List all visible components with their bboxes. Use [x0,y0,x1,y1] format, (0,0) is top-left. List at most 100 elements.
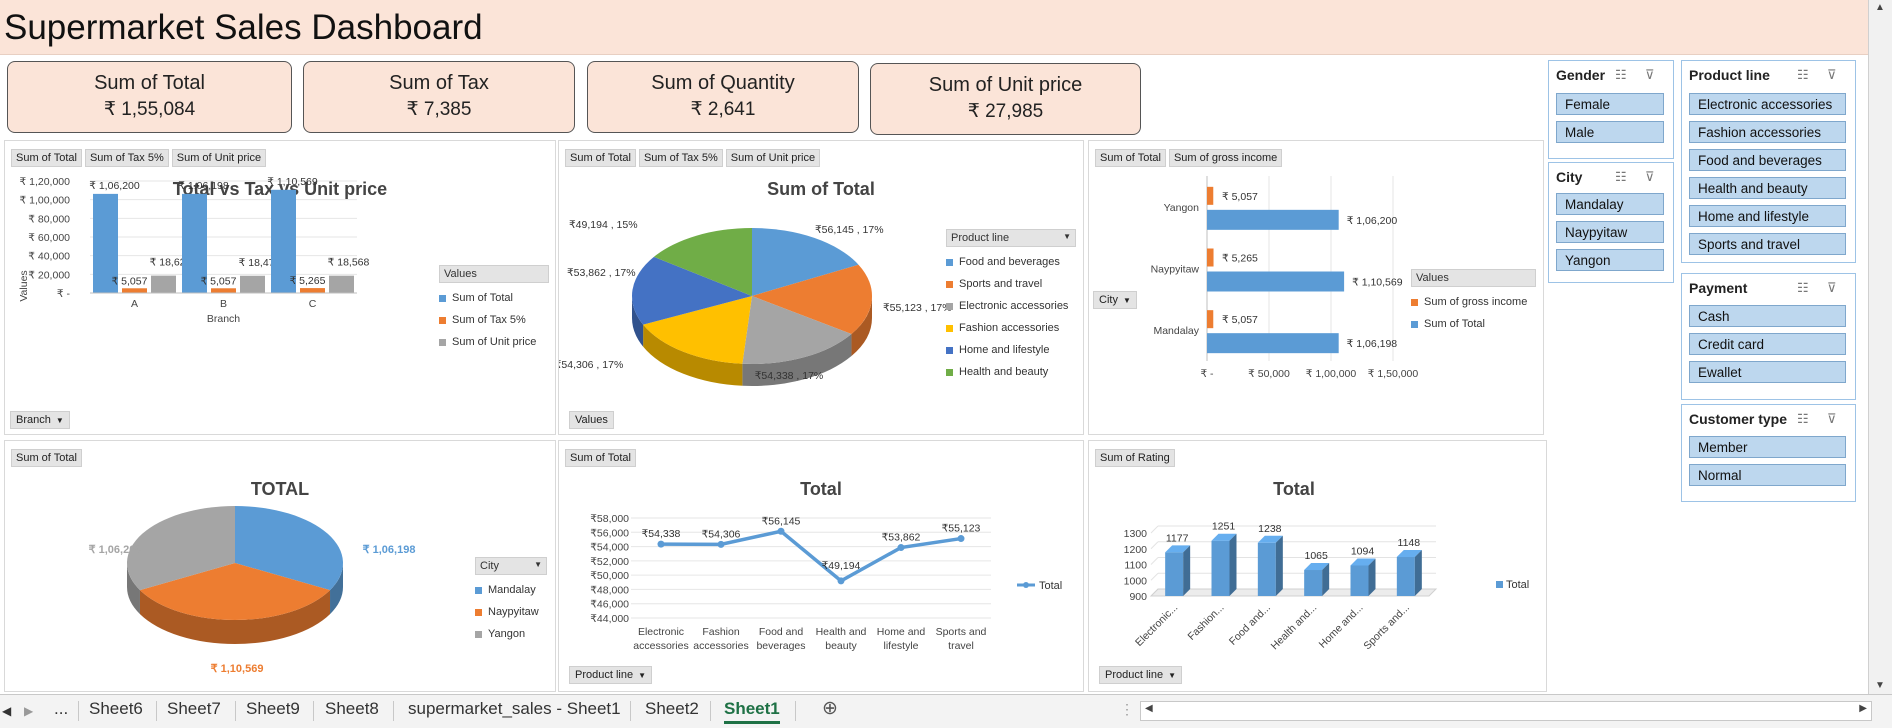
data-label: ₹ 1,10,569 [1352,277,1403,289]
x-tick-label: ₹ - [1200,368,1214,380]
tab-sheet2[interactable]: Sheet2 [645,699,699,719]
data-point [837,577,845,585]
x-tick-label: Health and [816,626,867,638]
branch-axis-dropdown[interactable]: Branch ▼ [10,411,70,429]
x-tick-label: Electronic [638,626,684,638]
y-tick-label: 900 [1129,591,1147,603]
slicer-item-sports-and-travel[interactable]: Sports and travel [1689,233,1846,255]
kpi-label: Sum of Total [94,72,205,94]
x-tick-label: C [309,298,317,310]
kpi-label: Sum of Quantity [651,72,795,94]
x-tick-label: Health and... [1269,602,1320,653]
legend-item: Naypyitaw [475,601,547,623]
slicer-item-male[interactable]: Male [1556,121,1664,143]
vertical-scrollbar[interactable]: ▲ ▼ [1868,0,1892,694]
product-line-axis-dropdown[interactable]: Product line ▼ [569,666,653,684]
multi-select-icon[interactable]: ☷ [1797,280,1809,296]
legend-item: Sports and travel [946,273,1076,295]
data-point [657,540,665,548]
data-point [897,544,905,552]
data-label: 1094 [1351,545,1375,557]
clear-filter-icon[interactable]: ⊽ [1827,67,1837,83]
slicer-item-ewallet[interactable]: Ewallet [1689,361,1846,383]
y-tick-label: ₹48,000 [590,584,629,596]
x-tick-label: Sports and [936,626,987,638]
slicer-item-fashion-accessories[interactable]: Fashion accessories [1689,121,1846,143]
legend-item: Sum of gross income [1411,291,1536,313]
clear-filter-icon[interactable]: ⊽ [1645,169,1655,185]
data-label: ₹54,306 [702,528,741,540]
legend-item: Mandalay [475,579,547,601]
city-axis-dropdown[interactable]: City ▼ [1093,291,1137,309]
slicer-item-normal[interactable]: Normal [1689,464,1846,486]
scroll-up-icon[interactable]: ▲ [1875,2,1885,13]
tab-sheet6[interactable]: Sheet6 [89,699,143,719]
tab-sheet1[interactable]: Sheet1 [724,699,780,724]
slicer-item-naypyitaw[interactable]: Naypyitaw [1556,221,1664,243]
slicer-item-female[interactable]: Female [1556,93,1664,115]
tab-sheet8[interactable]: Sheet8 [325,699,379,719]
legend-item: Fashion accessories [946,317,1076,339]
tab-sheet9[interactable]: Sheet9 [246,699,300,719]
tab-scroll-left-icon[interactable]: ◀ [2,704,11,718]
data-label: ₹ 1,06,200 [89,544,142,556]
data-label: ₹ 1,10,569 [267,176,318,188]
tab-ellipsis[interactable]: ... [54,699,68,719]
legend-header[interactable]: Product line ▼ [946,229,1076,247]
slicer-item-electronic-accessories[interactable]: Electronic accessories [1689,93,1846,115]
slicer-item-credit-card[interactable]: Credit card [1689,333,1846,355]
tab-sheet7[interactable]: Sheet7 [167,699,221,719]
multi-select-icon[interactable]: ☷ [1615,169,1627,185]
horizontal-scrollbar[interactable]: ◀ ▶ [1140,701,1872,721]
slicer-item-yangon[interactable]: Yangon [1556,249,1664,271]
data-label: ₹ 5,057 [112,275,148,287]
clear-filter-icon[interactable]: ⊽ [1827,280,1837,296]
slicer-item-home-and-lifestyle[interactable]: Home and lifestyle [1689,205,1846,227]
clear-filter-icon[interactable]: ⊽ [1827,411,1837,427]
slicer-header: Payment [1689,280,1748,296]
bar [329,275,354,293]
dashboard-title: Supermarket Sales Dashboard [4,8,483,47]
x-tick-label: Home and... [1317,602,1366,651]
slicer-item-cash[interactable]: Cash [1689,305,1846,327]
x-tick-label: Fashion... [1186,602,1227,643]
slicer-item-food-and-beverages[interactable]: Food and beverages [1689,149,1846,171]
slicer-item-member[interactable]: Member [1689,436,1846,458]
scroll-right-icon[interactable]: ▶ [1859,703,1867,714]
clear-filter-icon[interactable]: ⊽ [1645,67,1655,83]
data-label: 1065 [1304,550,1328,562]
slicer-header: Gender [1556,67,1606,83]
y-tick-label: Mandalay [1153,325,1199,337]
x-tick-label: beverages [756,640,805,652]
gridline [1150,557,1159,565]
y-tick-label: 1000 [1124,575,1148,587]
data-label: ₹ 5,265 [290,275,326,287]
scroll-left-icon[interactable]: ◀ [1145,703,1153,714]
tab-scroll-right-icon[interactable]: ▶ [24,704,33,718]
bar-side [1275,535,1283,596]
y-tick-label: ₹ 40,000 [28,251,70,263]
scroll-down-icon[interactable]: ▼ [1875,680,1885,691]
dropdown-arrow-icon: ▼ [1168,670,1177,680]
bar [1257,542,1276,596]
product-line-axis-dropdown[interactable]: Product line ▼ [1099,666,1183,684]
slicer-item-health-and-beauty[interactable]: Health and beauty [1689,177,1846,199]
legend-header[interactable]: City ▼ [475,557,547,575]
payment-slicer: Payment ☷ ⊽ Cash Credit card Ewallet [1681,273,1856,400]
multi-select-icon[interactable]: ☷ [1615,67,1627,83]
tab-supermarket-sales-sheet1[interactable]: supermarket_sales - Sheet1 [408,699,621,719]
bar [122,288,147,293]
data-label: ₹ 1,06,200 [1347,215,1398,227]
legend-header: Values [439,265,549,283]
kpi-value: ₹ 27,985 [967,101,1044,122]
slicer-item-mandalay[interactable]: Mandalay [1556,193,1664,215]
add-sheet-icon[interactable]: ⊕ [822,697,838,720]
values-button[interactable]: Values [569,411,614,429]
x-tick-label: Electronic... [1133,602,1180,649]
y-tick-label: ₹ - [57,288,71,300]
multi-select-icon[interactable]: ☷ [1797,67,1809,83]
kpi-label: Sum of Unit price [928,74,1083,96]
product-line-slicer: Product line ☷ ⊽ Electronic accessories … [1681,60,1856,263]
multi-select-icon[interactable]: ☷ [1797,411,1809,427]
splitter-handle-icon[interactable]: ⋮ [1120,701,1134,718]
